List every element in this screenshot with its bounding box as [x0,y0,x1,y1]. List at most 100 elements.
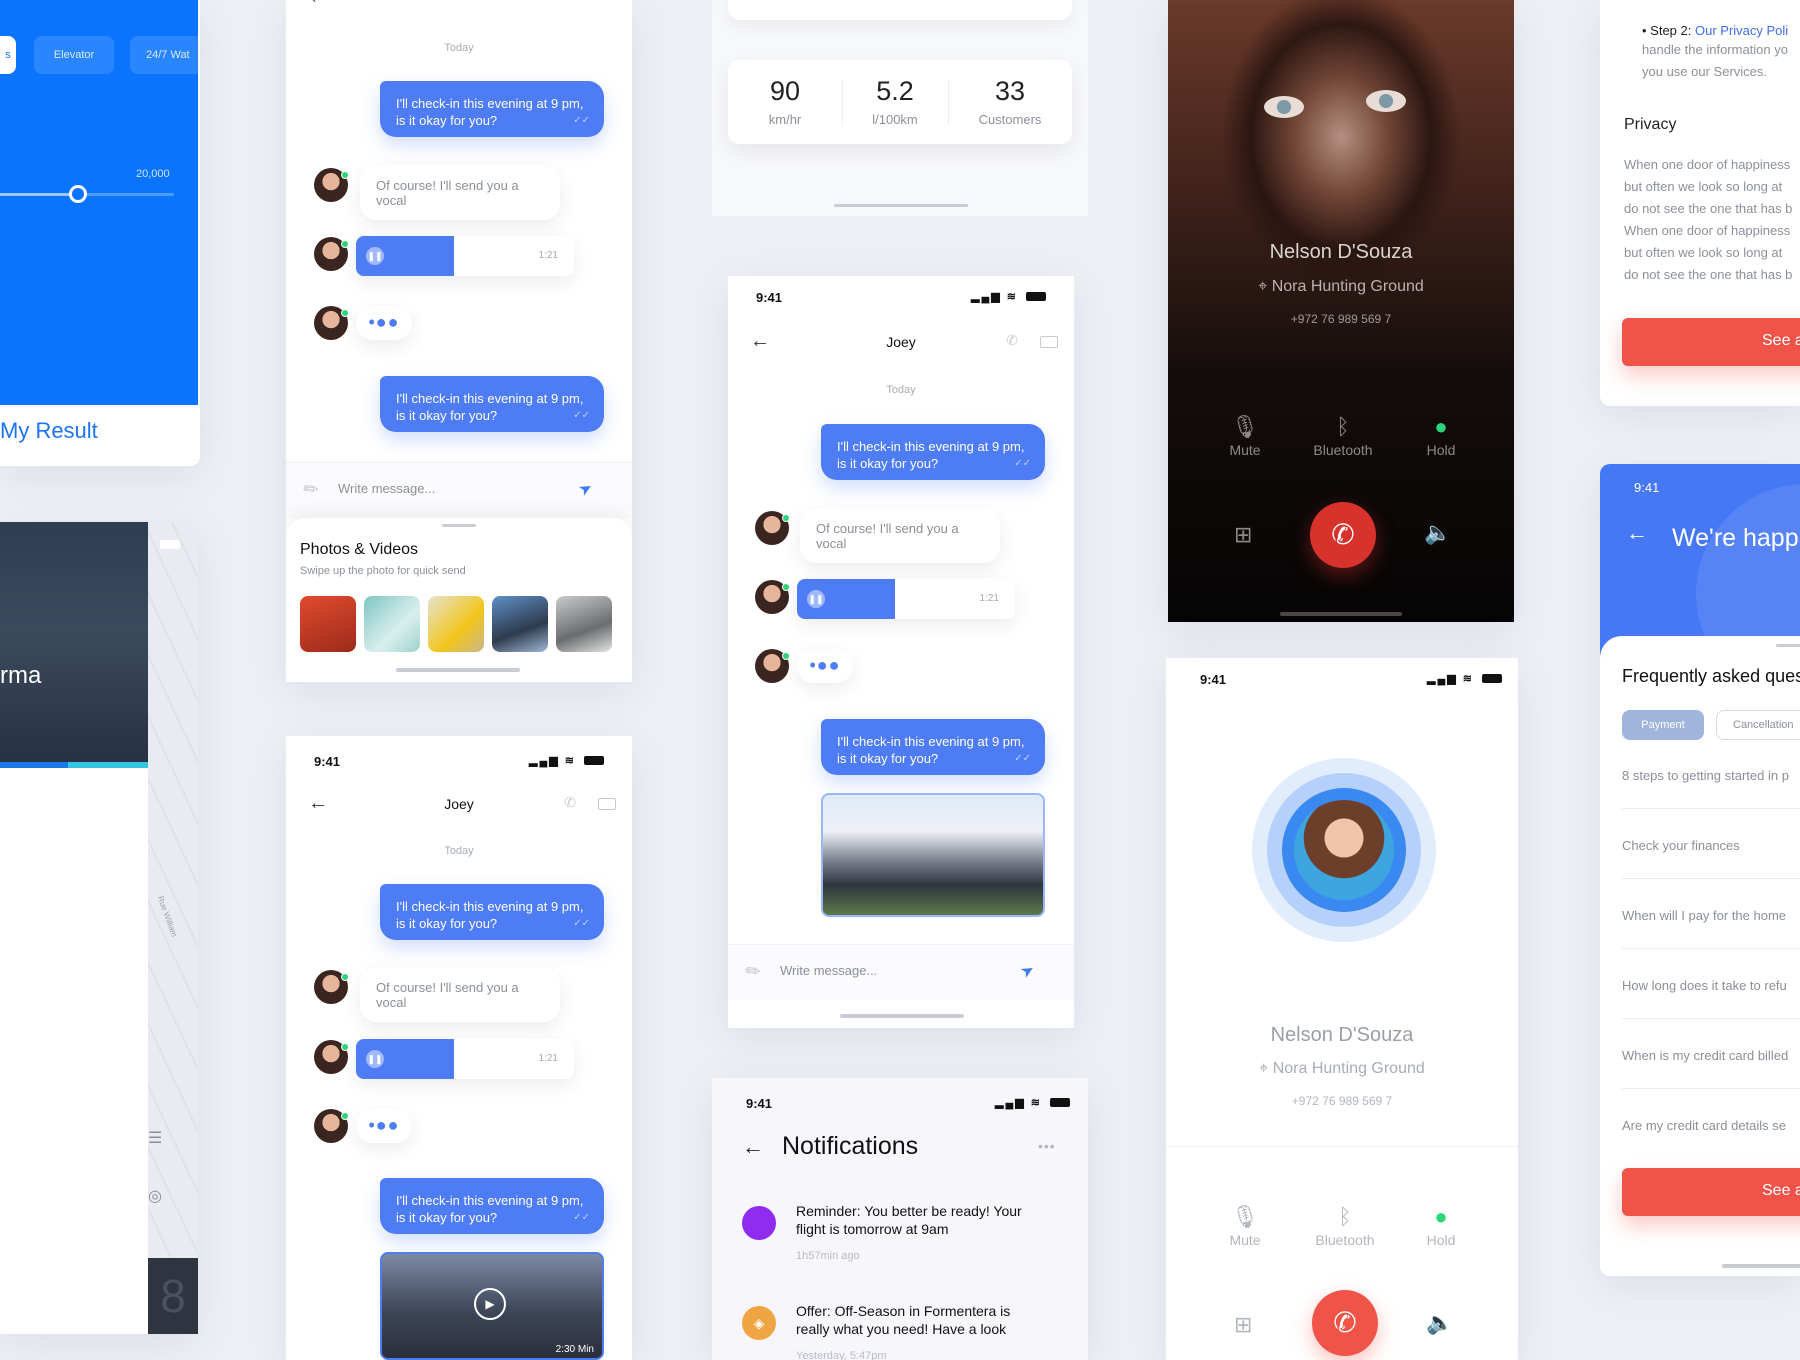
message-input[interactable]: Write message... [780,963,877,978]
photo-thumbnail[interactable] [364,596,420,652]
caller-name: Nelson D'Souza [1269,241,1413,263]
back-arrow-icon[interactable]: ← [1626,520,1648,546]
voice-message[interactable]: ❚❚ 1:21 [356,1039,574,1079]
chip-first[interactable]: s [0,36,16,74]
pause-icon[interactable]: ❚❚ [366,1050,384,1068]
eye-right [1366,90,1406,112]
chip-water[interactable]: 24/7 Wat [130,36,198,74]
hold-icon: ● [1434,1204,1448,1229]
photo-thumbnail[interactable] [556,596,612,652]
voice-message[interactable]: ❚❚ 1:21 [356,236,574,276]
slider-handle[interactable] [69,185,87,203]
phone-hangup-icon: ✆ [1331,519,1355,550]
tab-payment[interactable]: Payment [1622,710,1704,740]
hold-button[interactable]: ● Hold [1396,1202,1486,1248]
avatar [314,306,349,340]
bluetooth-button[interactable]: ᛒ Bluetooth [1300,1202,1390,1248]
send-icon[interactable]: ➤ [574,477,596,501]
send-icon[interactable]: ➤ [1016,959,1038,983]
locate-icon[interactable]: ◎ [148,1186,162,1206]
message-outgoing: I'll check-in this evening at 9 pm, is i… [380,1178,604,1234]
status-bar: 9:41 ▂▄▆ ≋ [314,754,604,769]
back-arrow-icon[interactable]: ← [742,1134,764,1160]
caller-avatar [1294,800,1394,900]
play-icon[interactable]: ▶ [474,1288,506,1320]
privacy-card: • Step 2: Our Privacy Poli handle the in… [1600,0,1800,406]
home-indicator [396,668,520,672]
sheet-handle[interactable] [442,524,476,527]
photo-thumbnail[interactable] [428,596,484,652]
chat-card-center: 9:41 ▂▄▆ ≋ ← Joey ✆ Today I'll check-in t… [728,276,1074,1028]
avatar [755,580,790,614]
see-all-button[interactable]: See a [1622,1168,1800,1216]
pause-icon[interactable]: ❚❚ [807,590,825,608]
top-card-edge [728,0,1072,20]
keypad-icon[interactable]: ⊞ [1234,522,1252,548]
hold-button[interactable]: ● Hold [1396,412,1486,458]
video-camera-icon[interactable] [598,798,616,810]
phone-icon[interactable]: ✆ [564,794,576,811]
pause-icon[interactable]: ❚❚ [366,247,384,265]
photo-thumbnail[interactable] [492,596,548,652]
back-arrow-icon[interactable]: ← [308,0,328,9]
faq-title: Frequently asked ques [1622,666,1800,686]
faq-question[interactable]: How long does it take to refu [1622,978,1787,993]
avatar [314,970,349,1004]
avatar [314,1109,349,1143]
home-indicator [1280,612,1402,616]
stat-speed-value: 90 [769,76,801,106]
chip-elevator[interactable]: Elevator [34,36,114,74]
divider [1622,1018,1800,1019]
step-line-3: you use our Services. [1642,64,1768,79]
video-message[interactable]: ▶ 2:30 Min [380,1252,604,1360]
faq-question[interactable]: When is my credit card billed [1622,1048,1788,1063]
mute-button[interactable]: 🎙 Mute [1200,1202,1290,1248]
stat-consumption-unit: l/100km [872,112,918,127]
cover-title: rma [0,662,42,689]
keypad-icon[interactable]: ⊞ [1234,1312,1252,1338]
speaker-icon[interactable]: 🔈 [1424,520,1451,546]
voice-message[interactable]: ❚❚ 1:21 [797,579,1015,619]
faq-question[interactable]: 8 steps to getting started in p [1622,768,1789,783]
faq-question[interactable]: Check your finances [1622,838,1740,853]
bluetooth-button[interactable]: ᛒ Bluetooth [1298,412,1388,458]
attach-icon[interactable]: ✎ [741,959,766,985]
read-ticks-icon: ✓✓ [573,115,590,126]
attach-icon[interactable]: ✎ [299,477,324,503]
filter-icon[interactable]: ☰ [148,1128,162,1148]
more-icon[interactable]: ••• [1038,1138,1056,1154]
notification-text[interactable]: Reminder: You better be ready! Your flig… [796,1202,1036,1238]
signal-wifi-icon: ▂▄▆ ≋ [1427,673,1474,685]
call-card-dark: Nelson D'Souza ⌖ Nora Hunting Ground +97… [1168,0,1514,622]
message-incoming: Of course! I'll send you a vocal [360,968,560,1022]
my-result-link[interactable]: My Result [0,418,98,444]
message-outgoing: I'll check-in this evening at 9 pm, is i… [821,424,1045,480]
image-message[interactable] [821,793,1045,917]
faq-question[interactable]: Are my credit card details se [1622,1118,1786,1133]
phone-hangup-icon: ✆ [1333,1307,1357,1338]
faq-question[interactable]: When will I pay for the home [1622,908,1786,923]
hold-icon: ● [1434,414,1448,439]
end-call-button[interactable]: ✆ [1310,502,1376,568]
price-slider-track[interactable] [0,185,174,203]
photo-thumbnail[interactable] [300,596,356,652]
bottom-tab[interactable]: 8 [148,1258,198,1334]
faq-card: 9:41 ← We're happ Frequently asked ques … [1600,464,1800,1276]
speaker-icon[interactable]: 🔈 [1426,1310,1453,1336]
avatar [755,511,790,545]
end-call-button[interactable]: ✆ [1312,1290,1378,1356]
caller-location: ⌖ Nora Hunting Ground [1259,1060,1425,1077]
tab-cancellation[interactable]: Cancellation [1716,710,1800,740]
battery-icon [584,756,604,765]
avatar [314,168,349,202]
status-bar: 9:41 ▂▄▆ ≋ [1200,672,1502,687]
mute-button[interactable]: 🎙 Mute [1200,412,1290,458]
phone-icon[interactable]: ✆ [1006,332,1018,349]
photos-title: Photos & Videos [300,541,419,558]
notification-text[interactable]: Offer: Off-Season in Formentera is reall… [796,1302,1036,1338]
see-all-button[interactable]: See a [1622,318,1800,366]
home-indicator [1722,1264,1800,1268]
message-input[interactable]: Write message... [338,481,435,496]
video-camera-icon[interactable] [1040,336,1058,348]
stat-consumption-value: 5.2 [876,76,914,106]
